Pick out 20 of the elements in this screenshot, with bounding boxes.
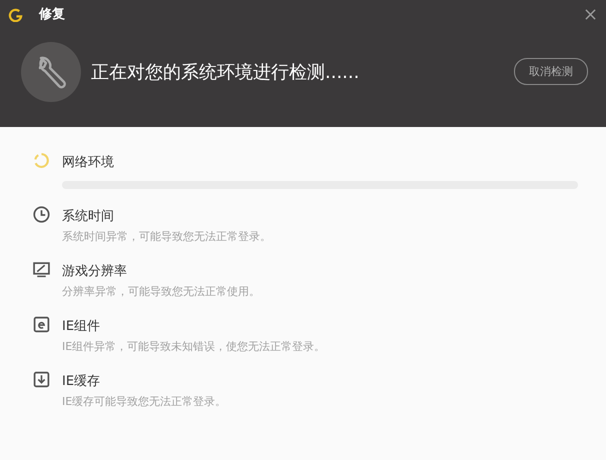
monitor-icon [33, 261, 50, 278]
ie-icon [33, 316, 50, 333]
check-title: IE缓存 [62, 373, 102, 390]
loading-spinner-icon [33, 152, 50, 169]
window-title: 修复 [39, 6, 65, 23]
close-icon[interactable] [585, 8, 596, 20]
check-title: IE组件 [62, 318, 102, 335]
check-title: 游戏分辨率 [62, 263, 128, 280]
status-message: 正在对您的系统环境进行检测...... [91, 61, 360, 84]
clock-icon [33, 206, 50, 223]
logo-icon [8, 6, 23, 22]
cancel-button[interactable]: 取消检测 [514, 58, 588, 84]
check-description: 分辨率异常，可能导致您无法正常使用。 [62, 284, 261, 299]
check-title: 系统时间 [62, 208, 115, 225]
download-icon [33, 371, 50, 388]
wrench-icon [21, 42, 81, 102]
check-description: IE缓存可能导致您无法正常登录。 [62, 394, 228, 409]
check-description: 系统时间异常，可能导致您无法正常登录。 [62, 229, 272, 244]
check-title: 网络环境 [62, 154, 115, 171]
check-description: IE组件异常，可能导致未知错误，使您无法正常登录。 [62, 339, 326, 354]
